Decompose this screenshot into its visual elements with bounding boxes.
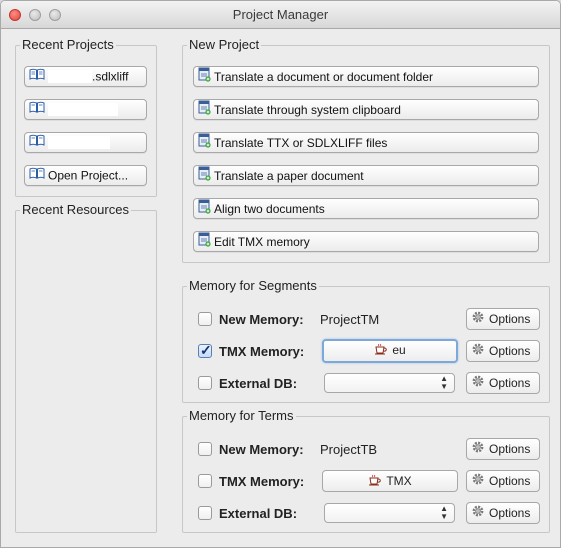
gear-icon xyxy=(471,504,485,524)
segments-tmx-memory-value: eu xyxy=(392,343,406,357)
terms-external-db-options-button[interactable]: Options xyxy=(466,502,540,524)
gear-icon xyxy=(471,472,485,492)
terms-tmx-memory-value: TMX xyxy=(386,474,412,488)
title-bar: Project Manager xyxy=(1,1,560,29)
document-add-icon xyxy=(198,166,211,185)
translate-clipboard-button[interactable]: Translate through system clipboard xyxy=(193,99,539,120)
align-documents-label: Align two documents xyxy=(214,202,325,216)
recent-projects-title: Recent Projects xyxy=(20,37,116,53)
document-add-icon xyxy=(198,133,211,152)
checkmark-icon: ✓ xyxy=(200,342,212,358)
recent-project-item-3[interactable] xyxy=(24,132,147,153)
recent-resources-group: Recent Resources xyxy=(15,202,157,533)
terms-tmx-memory-options-button[interactable]: Options xyxy=(466,470,540,492)
translate-clipboard-label: Translate through system clipboard xyxy=(214,103,401,117)
translate-ttx-button[interactable]: Translate TTX or SDLXLIFF files xyxy=(193,132,539,153)
document-add-icon xyxy=(198,67,211,86)
options-label: Options xyxy=(489,376,531,390)
segments-tmx-memory-label: TMX Memory: xyxy=(219,344,305,359)
coffee-cup-icon xyxy=(374,342,388,360)
select-arrows-icon: ▲ ▼ xyxy=(440,504,448,521)
segments-new-memory-options-button[interactable]: Options xyxy=(466,308,540,330)
terms-new-memory-options-button[interactable]: Options xyxy=(466,438,540,460)
maximize-window-button[interactable] xyxy=(49,9,61,21)
segments-tmx-memory-checkbox[interactable]: ✓ xyxy=(198,342,212,358)
options-label: Options xyxy=(489,312,531,326)
options-label: Options xyxy=(489,442,531,456)
translate-paper-button[interactable]: Translate a paper document xyxy=(193,165,539,186)
translate-ttx-label: Translate TTX or SDLXLIFF files xyxy=(214,136,388,150)
segments-external-db-label: External DB: xyxy=(219,376,298,391)
redacted-text xyxy=(48,70,92,84)
segments-tmx-memory-selector[interactable]: eu xyxy=(322,339,458,363)
translate-document-button[interactable]: Translate a document or document folder xyxy=(193,66,539,87)
options-label: Options xyxy=(489,474,531,488)
memory-terms-title: Memory for Terms xyxy=(187,408,296,424)
terms-external-db-checkbox[interactable] xyxy=(198,506,212,520)
book-icon xyxy=(29,133,45,152)
segments-external-db-checkbox[interactable] xyxy=(198,376,212,390)
recent-project-label: .sdlxliff xyxy=(92,69,129,84)
book-icon xyxy=(29,100,45,119)
project-manager-window: Project Manager Recent Projects .sdlxlif… xyxy=(0,0,561,548)
gear-icon xyxy=(471,310,485,330)
new-project-title: New Project xyxy=(187,37,262,53)
segments-new-memory-checkbox[interactable] xyxy=(198,312,212,326)
coffee-cup-icon xyxy=(368,472,382,492)
document-add-icon xyxy=(198,100,211,119)
terms-tmx-memory-label: TMX Memory: xyxy=(219,474,305,489)
recent-resources-title: Recent Resources xyxy=(20,202,131,218)
edit-tmx-button[interactable]: Edit TMX memory xyxy=(193,231,539,252)
book-icon xyxy=(29,67,45,86)
memory-segments-title: Memory for Segments xyxy=(187,278,319,294)
segments-tmx-memory-options-button[interactable]: Options xyxy=(466,340,540,362)
recent-project-item-1[interactable]: .sdlxliff xyxy=(24,66,147,87)
close-window-button[interactable] xyxy=(9,9,21,21)
options-label: Options xyxy=(489,506,531,520)
redacted-text xyxy=(48,103,118,117)
terms-tmx-memory-selector[interactable]: TMX xyxy=(322,470,458,492)
align-documents-button[interactable]: Align two documents xyxy=(193,198,539,219)
terms-new-memory-label: New Memory: xyxy=(219,442,304,457)
terms-new-memory-checkbox[interactable] xyxy=(198,442,212,456)
open-project-label: Open Project... xyxy=(48,168,129,183)
terms-tmx-memory-checkbox[interactable] xyxy=(198,474,212,488)
segments-external-db-options-button[interactable]: Options xyxy=(466,372,540,394)
select-arrows-icon: ▲ ▼ xyxy=(440,374,448,391)
book-icon xyxy=(29,166,45,185)
document-add-icon xyxy=(198,199,211,218)
translate-paper-label: Translate a paper document xyxy=(214,169,364,183)
minimize-window-button[interactable] xyxy=(29,9,41,21)
gear-icon xyxy=(471,374,485,394)
segments-new-memory-value: ProjectTM xyxy=(320,312,380,327)
gear-icon xyxy=(471,342,485,362)
open-project-button[interactable]: Open Project... xyxy=(24,165,147,186)
gear-icon xyxy=(471,440,485,460)
terms-new-memory-value: ProjectTB xyxy=(320,442,378,457)
window-title: Project Manager xyxy=(232,7,329,22)
segments-external-db-select[interactable]: ▲ ▼ xyxy=(324,373,455,393)
document-add-icon xyxy=(198,232,211,251)
redacted-text xyxy=(48,136,110,150)
segments-new-memory-label: New Memory: xyxy=(219,312,304,327)
terms-external-db-select[interactable]: ▲ ▼ xyxy=(324,503,455,523)
options-label: Options xyxy=(489,344,531,358)
translate-document-label: Translate a document or document folder xyxy=(214,70,434,84)
edit-tmx-label: Edit TMX memory xyxy=(214,235,310,249)
recent-project-item-2[interactable] xyxy=(24,99,147,120)
terms-external-db-label: External DB: xyxy=(219,506,298,521)
